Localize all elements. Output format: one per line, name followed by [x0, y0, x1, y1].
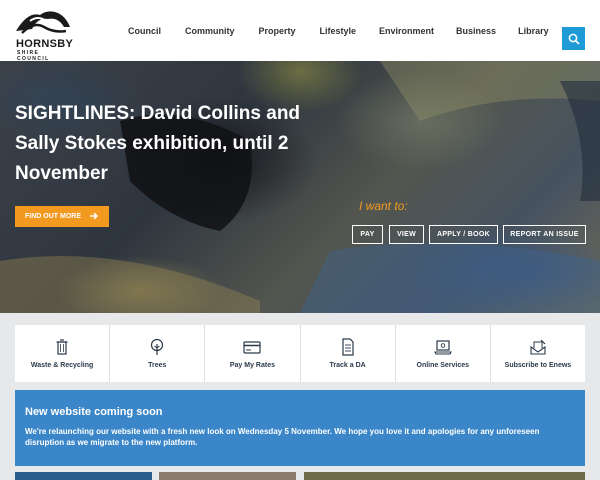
quick-link-label: Track a DA: [329, 362, 366, 369]
news-card[interactable]: [304, 472, 585, 480]
quick-link-label: Subscribe to Enews: [504, 362, 572, 369]
quick-link-label: Pay My Rates: [229, 362, 275, 369]
laptop-icon: [433, 340, 452, 355]
tree-icon: [151, 338, 164, 355]
website-notice: New website coming soon We're relaunchin…: [15, 390, 585, 466]
news-card[interactable]: [159, 472, 296, 480]
quick-link-label: Waste & Recycling: [30, 362, 94, 369]
bin-icon: [56, 339, 68, 355]
nav-library[interactable]: Library: [518, 26, 549, 36]
i-want-to-label: I want to:: [359, 199, 408, 213]
nav-community[interactable]: Community: [185, 26, 235, 36]
nav-business[interactable]: Business: [456, 26, 496, 36]
hero-title: SIGHTLINES: David Collins and Sally Stok…: [15, 103, 301, 184]
quick-link-trees[interactable]: Trees: [110, 325, 206, 382]
nav-council[interactable]: Council: [128, 26, 161, 36]
search-icon: [568, 33, 580, 45]
mountain-logo-icon: [16, 11, 70, 34]
logo-text: HORNSBY: [16, 38, 74, 50]
main-nav: Council Community Property Lifestyle Env…: [128, 26, 549, 36]
quick-link-online-services[interactable]: Online Services: [396, 325, 491, 382]
quick-links-bar: Waste & Recycling Trees Pay My Rates Tra…: [15, 325, 585, 382]
view-button[interactable]: VIEW: [389, 225, 424, 244]
newsletter-icon: [530, 339, 546, 355]
pay-button[interactable]: PAY: [352, 225, 383, 244]
news-card[interactable]: [15, 472, 152, 480]
arrow-right-icon: [90, 212, 99, 220]
nav-property[interactable]: Property: [259, 26, 296, 36]
quick-link-label: Online Services: [416, 362, 470, 369]
report-an-issue-button[interactable]: REPORT AN ISSUE: [503, 225, 586, 244]
credit-card-icon: [243, 341, 262, 354]
nav-lifestyle[interactable]: Lifestyle: [320, 26, 357, 36]
quick-link-subscribe-enews[interactable]: Subscribe to Enews: [491, 325, 585, 382]
search-button[interactable]: [562, 27, 585, 50]
notice-body: We're relaunching our website with a fre…: [25, 427, 540, 447]
quick-link-pay-rates[interactable]: Pay My Rates: [205, 325, 301, 382]
notice-title: New website coming soon: [25, 406, 163, 418]
find-out-more-button[interactable]: FIND OUT MORE: [15, 206, 109, 227]
apply-book-button[interactable]: APPLY / BOOK: [429, 225, 498, 244]
nav-environment[interactable]: Environment: [379, 26, 434, 36]
hero-banner: SIGHTLINES: David Collins and Sally Stok…: [0, 61, 600, 313]
quick-link-label: Trees: [148, 362, 167, 369]
quick-link-waste-recycling[interactable]: Waste & Recycling: [15, 325, 111, 382]
find-out-more-label: FIND OUT MORE: [25, 213, 81, 220]
site-header: HORNSBY SHIRE COUNCIL Council Community …: [0, 0, 600, 62]
document-icon: [341, 338, 354, 356]
quick-link-track-da[interactable]: Track a DA: [301, 325, 396, 382]
hornsby-logo[interactable]: HORNSBY SHIRE COUNCIL: [14, 7, 74, 62]
